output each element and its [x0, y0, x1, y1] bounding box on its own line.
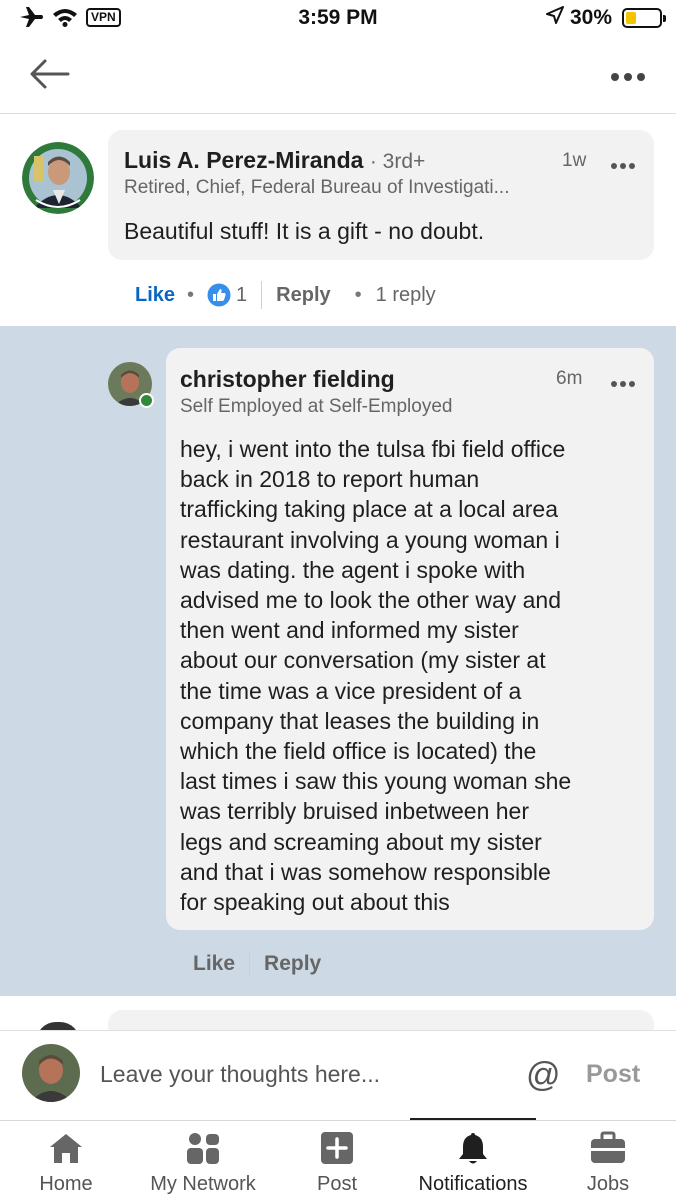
more-options-button[interactable] [610, 68, 646, 82]
reply-text-line: advised me to look the other way and [180, 587, 562, 614]
briefcase-icon [589, 1131, 627, 1165]
back-button[interactable] [28, 56, 72, 92]
battery-level [626, 12, 636, 24]
post-button[interactable]: Post [586, 1060, 640, 1089]
reply-text-line: restaurant involving a young woman i [180, 526, 560, 553]
comment-author[interactable]: Luis A. Perez-Miranda [124, 147, 363, 173]
arrow-left-icon [30, 59, 70, 89]
tab-notifications[interactable]: Notifications [410, 1121, 536, 1200]
app-header [0, 36, 676, 114]
reply-text-line: last times i saw this young woman she [180, 768, 572, 795]
my-avatar [22, 1044, 80, 1102]
bottom-tab-bar: Home My Network Post Notifications Jobs [0, 1120, 676, 1200]
tab-label: Home [39, 1173, 93, 1195]
comment-thread-screen: VPN 3:59 PM 30% Luis A. Perez-Miranda · … [0, 0, 676, 1200]
home-icon [47, 1131, 85, 1165]
reply-avatar[interactable] [108, 362, 154, 408]
comment-author-row: Luis A. Perez-Miranda · 3rd+ [124, 147, 425, 174]
ellipsis-icon [611, 163, 635, 169]
reply-author[interactable]: christopher fielding [180, 366, 395, 393]
reply-bubble: christopher fielding Self Employed at Se… [166, 348, 654, 930]
reply-text-line: and that i was somehow responsible [180, 858, 551, 885]
comment-time: 1w [562, 150, 587, 171]
ellipsis-icon [611, 73, 645, 81]
location-icon [545, 6, 564, 30]
comment-bubble: Luis A. Perez-Miranda · 3rd+ Retired, Ch… [108, 130, 654, 260]
battery-percent: 30% [569, 6, 612, 29]
comment-input[interactable] [100, 1056, 500, 1092]
reaction-count: 1 [236, 283, 248, 306]
tab-label: Notifications [418, 1173, 528, 1195]
reply-text-line: which the field office is located) the [180, 738, 537, 765]
reply-text-line: back in 2018 to report human [180, 466, 480, 493]
mention-button[interactable]: @ [526, 1056, 561, 1094]
reply-text-line: legs and screaming about my sister [180, 828, 542, 855]
reply-text-line: about our conversation (my sister at [180, 647, 546, 674]
reply-text-line: the time was a vice president of a [180, 677, 522, 704]
comment-text: Beautiful stuff! It is a gift - no doubt… [124, 218, 485, 244]
avatar[interactable] [22, 142, 94, 214]
tab-jobs[interactable]: Jobs [570, 1121, 646, 1200]
reply-text-line: then went and informed my sister [180, 617, 519, 644]
reply-text-line: for speaking out about this [180, 889, 450, 916]
reply-like-button[interactable]: Like [193, 952, 235, 976]
replies-count-link[interactable]: 1 reply [376, 284, 436, 307]
reply-text-line: was dating. the agent i spoke with [180, 556, 526, 583]
online-status-indicator [139, 393, 154, 408]
tab-label: My Network [150, 1173, 256, 1195]
reply-more-button[interactable] [610, 376, 636, 388]
tab-post[interactable]: Post [302, 1121, 372, 1200]
tab-home[interactable]: Home [28, 1121, 104, 1200]
status-right: 30% [545, 6, 666, 30]
comment-more-button[interactable] [610, 158, 636, 170]
network-icon [184, 1131, 222, 1165]
reply-text-line: was terribly bruised inbetween her [180, 798, 530, 825]
tab-label: Post [316, 1173, 358, 1195]
reply-text-line: company that leases the building in [180, 707, 540, 734]
reply-text-line: trafficking taking place at a local area [180, 496, 559, 523]
reply-text: hey, i went into the tulsa fbi field off… [180, 434, 650, 917]
like-button[interactable]: Like [135, 284, 175, 307]
comment-actions: Like • 1 Reply • 1 reply [135, 280, 436, 310]
tab-label: Jobs [586, 1173, 630, 1195]
reply-text-line: hey, i went into the tulsa fbi field off… [180, 436, 566, 462]
connection-degree: · 3rd+ [369, 150, 426, 173]
reply-reply-button[interactable]: Reply [264, 952, 321, 976]
comment-headline: Retired, Chief, Federal Bureau of Invest… [124, 177, 510, 198]
reply-headline: Self Employed at Self-Employed [180, 396, 453, 417]
like-reaction-icon[interactable] [206, 282, 232, 308]
reply-button[interactable]: Reply [276, 284, 330, 307]
ellipsis-icon [611, 381, 635, 387]
tab-my-network[interactable]: My Network [140, 1121, 266, 1200]
profile-photo [22, 142, 94, 214]
plus-square-icon [319, 1131, 355, 1165]
profile-photo [22, 1044, 80, 1102]
battery-icon [622, 8, 666, 28]
reply-actions: Like Reply [193, 949, 321, 979]
status-bar: VPN 3:59 PM 30% [0, 0, 676, 36]
reply-time: 6m [556, 368, 583, 389]
bell-icon [454, 1131, 492, 1165]
